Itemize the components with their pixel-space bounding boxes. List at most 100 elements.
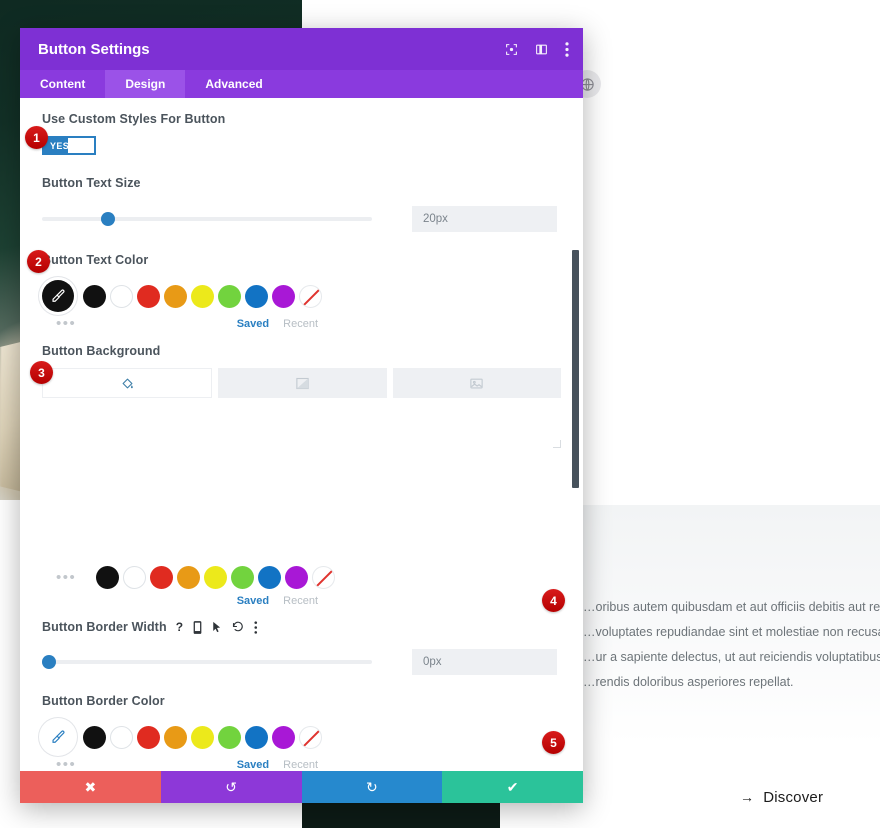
cancel-button[interactable]: ✖ <box>20 771 161 803</box>
redo-button[interactable]: ↻ <box>301 771 443 803</box>
background-recent-link[interactable]: Recent <box>283 595 318 607</box>
reset-icon[interactable] <box>232 621 244 633</box>
swatch-orange[interactable] <box>164 725 187 749</box>
swatch-black[interactable] <box>83 725 106 749</box>
text-color-eyedropper[interactable] <box>42 280 74 312</box>
paragraph-line: …rendis doloribus asperiores repellat. <box>583 675 794 689</box>
text-size-slider[interactable] <box>42 212 372 226</box>
layout-panel-icon[interactable] <box>535 43 548 56</box>
text-size-slider-handle[interactable] <box>101 212 115 226</box>
swatch-purple[interactable] <box>285 566 309 589</box>
swatch-black[interactable] <box>83 284 106 308</box>
annotation-badge-1: 1 <box>25 126 48 149</box>
swatch-white[interactable] <box>123 566 147 589</box>
kebab-menu-icon[interactable] <box>565 41 569 57</box>
border-more-colors-icon[interactable]: ••• <box>56 757 76 771</box>
tab-advanced[interactable]: Advanced <box>185 70 282 98</box>
undo-icon: ↺ <box>225 778 237 795</box>
swatch-white[interactable] <box>110 725 133 749</box>
tab-content[interactable]: Content <box>20 70 105 98</box>
border-width-value[interactable]: 0px <box>412 649 557 675</box>
border-width-slider[interactable] <box>41 655 372 669</box>
page-dark-strip <box>302 800 500 828</box>
swatch-yellow[interactable] <box>204 566 228 589</box>
help-icon[interactable]: ? <box>176 620 183 634</box>
mobile-icon[interactable] <box>193 620 202 634</box>
background-saved-link[interactable]: Saved <box>237 595 269 607</box>
discover-button-label: Discover <box>763 788 824 806</box>
field-border-color: Button Border Color ••• Saved Recent <box>20 675 583 771</box>
background-color-tab[interactable] <box>42 368 213 398</box>
text-color-recent-link[interactable]: Recent <box>283 318 318 330</box>
save-button[interactable]: ✔ <box>442 771 583 803</box>
discover-button[interactable]: → Discover <box>740 782 838 812</box>
swatch-orange[interactable] <box>177 566 201 589</box>
background-gradient-tab[interactable] <box>218 368 387 398</box>
swatch-blue[interactable] <box>245 725 268 749</box>
more-colors-icon[interactable]: ••• <box>56 316 76 331</box>
tab-design[interactable]: Design <box>105 70 186 98</box>
resize-corner-icon[interactable] <box>553 440 561 448</box>
button-settings-modal: Button Settings Content Design Advanced … <box>20 28 583 803</box>
border-color-recent-link[interactable]: Recent <box>283 759 318 771</box>
swatch-purple[interactable] <box>272 725 295 749</box>
custom-styles-label: Use Custom Styles For Button <box>42 112 226 126</box>
swatch-green[interactable] <box>218 284 241 308</box>
background-label: Button Background <box>42 344 161 358</box>
field-text-color: Button Text Color ••• Saved Recent <box>20 232 583 331</box>
border-color-label: Button Border Color <box>42 694 165 708</box>
border-width-slider-handle[interactable] <box>41 655 56 669</box>
field-border-width: Button Border Width ? 0px <box>20 607 583 675</box>
swatch-none[interactable] <box>299 284 322 308</box>
swatch-yellow[interactable] <box>191 284 214 308</box>
swatch-none[interactable] <box>299 725 322 749</box>
annotation-badge-3: 3 <box>30 361 53 384</box>
text-size-label: Button Text Size <box>42 176 141 190</box>
field-background-colors: ••• Saved Recent <box>20 448 583 607</box>
swatch-black[interactable] <box>96 566 120 589</box>
undo-button[interactable]: ↺ <box>160 771 302 803</box>
text-size-value[interactable]: 20px <box>412 206 557 232</box>
field-custom-styles: Use Custom Styles For Button YES <box>20 98 583 155</box>
focus-icon[interactable] <box>505 43 518 56</box>
background-image-tab[interactable] <box>392 368 561 398</box>
border-width-label: Button Border Width <box>42 620 167 634</box>
header-icon-group <box>505 41 569 57</box>
scrollbar-thumb[interactable] <box>572 250 579 488</box>
annotation-badge-2: 2 <box>27 250 50 273</box>
border-color-eyedropper[interactable] <box>42 721 74 753</box>
redo-icon: ↻ <box>366 778 378 795</box>
modal-action-bar: ✖ ↺ ↻ ✔ <box>20 771 583 803</box>
swatch-green[interactable] <box>218 725 241 749</box>
kebab-menu-icon[interactable] <box>254 620 258 634</box>
swatch-none[interactable] <box>312 566 336 589</box>
paragraph-line: …voluptates repudiandae sint et molestia… <box>583 625 880 639</box>
screen: …oribus autem quibusdam et aut officiis … <box>0 0 880 828</box>
swatch-purple[interactable] <box>272 284 295 308</box>
swatch-red[interactable] <box>137 725 160 749</box>
cursor-icon[interactable] <box>212 621 222 634</box>
modal-body: Use Custom Styles For Button YES Button … <box>20 98 583 771</box>
swatch-white[interactable] <box>110 284 133 308</box>
swatch-blue[interactable] <box>258 566 282 589</box>
background-more-colors-icon[interactable]: ••• <box>56 570 76 585</box>
swatch-green[interactable] <box>231 566 255 589</box>
annotation-badge-4: 4 <box>542 589 565 612</box>
custom-styles-toggle[interactable]: YES <box>42 136 96 155</box>
toggle-knob <box>68 138 94 153</box>
border-color-saved-link[interactable]: Saved <box>237 759 269 771</box>
modal-header: Button Settings <box>20 28 583 70</box>
annotation-badge-5: 5 <box>542 731 565 754</box>
swatch-yellow[interactable] <box>191 725 214 749</box>
swatch-red[interactable] <box>150 566 174 589</box>
paragraph-line: …ur a sapiente delectus, ut aut reiciend… <box>583 650 880 664</box>
modal-tabs: Content Design Advanced <box>20 70 583 98</box>
text-color-saved-link[interactable]: Saved <box>237 318 269 330</box>
swatch-red[interactable] <box>137 284 160 308</box>
text-color-label: Button Text Color <box>42 253 149 267</box>
arrow-right-icon: → <box>740 789 755 805</box>
swatch-blue[interactable] <box>245 284 268 308</box>
swatch-orange[interactable] <box>164 284 187 308</box>
field-background: Button Background <box>20 330 583 398</box>
close-icon: ✖ <box>84 778 97 795</box>
